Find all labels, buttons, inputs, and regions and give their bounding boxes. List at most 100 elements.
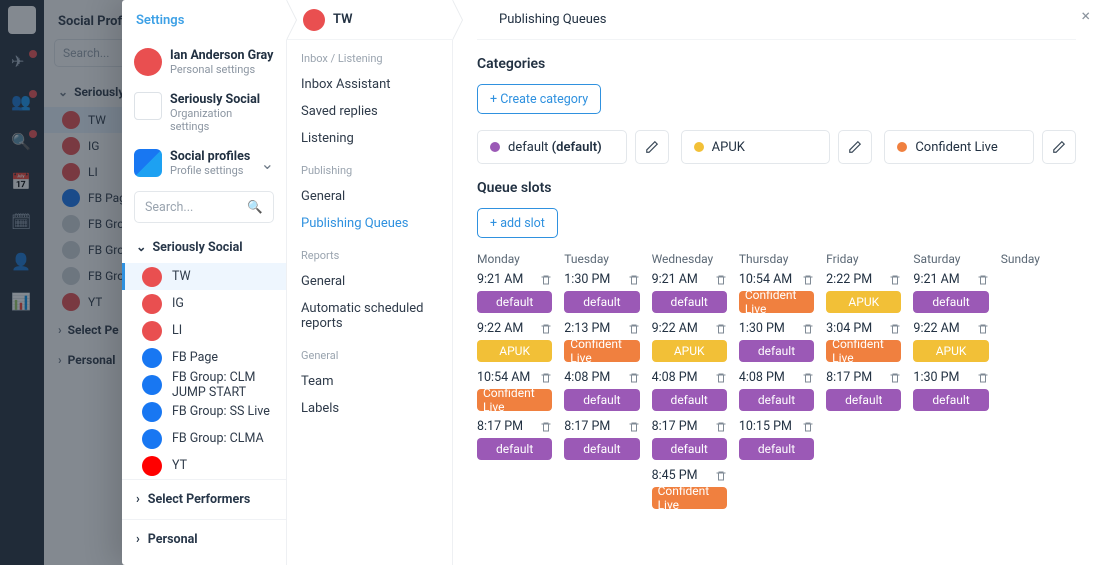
profile-row[interactable]: LI (122, 317, 286, 344)
queue-slot[interactable]: 1:30 PMdefault (913, 370, 988, 411)
nav-item[interactable]: General (287, 183, 452, 210)
delete-slot-button[interactable] (628, 323, 640, 335)
nav-item[interactable]: Team (287, 368, 452, 395)
delete-slot-button[interactable] (889, 323, 901, 335)
delete-slot-button[interactable] (715, 274, 727, 286)
slot-category-pill[interactable]: default (739, 438, 814, 460)
queue-slot[interactable]: 2:22 PMAPUK (826, 272, 901, 313)
slot-category-pill[interactable]: default (652, 438, 727, 460)
queue-slot[interactable]: 10:15 PMdefault (739, 419, 814, 460)
delete-slot-button[interactable] (715, 372, 727, 384)
profile-group[interactable]: ⌄Seriously Social (122, 231, 286, 263)
account-profiles[interactable]: Social profiles Profile settings ⌄ (122, 141, 286, 185)
slot-category-pill[interactable]: APUK (826, 291, 901, 313)
close-button[interactable]: × (1081, 6, 1090, 25)
nav-item[interactable]: Listening (287, 125, 452, 152)
slot-category-pill[interactable]: default (652, 291, 727, 313)
delete-slot-button[interactable] (540, 274, 552, 286)
delete-slot-button[interactable] (540, 372, 552, 384)
slot-category-pill[interactable]: Confident Live (564, 340, 639, 362)
slot-category-pill[interactable]: Confident Live (739, 291, 814, 313)
add-slot-button[interactable]: + add slot (477, 208, 558, 238)
slot-category-pill[interactable]: Confident Live (826, 340, 901, 362)
delete-slot-button[interactable] (802, 323, 814, 335)
delete-slot-button[interactable] (628, 421, 640, 433)
nav-item[interactable]: Automatic scheduled reports (287, 295, 452, 337)
nav-item[interactable]: Labels (287, 395, 452, 422)
breadcrumb-settings[interactable]: Settings (122, 0, 286, 40)
delete-slot-button[interactable] (715, 470, 727, 482)
slot-category-pill[interactable]: default (652, 389, 727, 411)
queue-slot[interactable]: 4:08 PMdefault (652, 370, 727, 411)
category-box[interactable]: APUK (681, 130, 831, 164)
slot-category-pill[interactable]: Confident Live (477, 389, 552, 411)
slot-category-pill[interactable]: default (913, 291, 988, 313)
delete-slot-button[interactable] (540, 323, 552, 335)
nav-item[interactable]: General (287, 268, 452, 295)
slot-category-pill[interactable]: default (826, 389, 901, 411)
delete-slot-button[interactable] (715, 421, 727, 433)
queue-slot[interactable]: 8:17 PMdefault (564, 419, 639, 460)
collapser-personal[interactable]: ›Personal (122, 519, 286, 559)
delete-slot-button[interactable] (889, 274, 901, 286)
category-box[interactable]: Confident Live (884, 130, 1034, 164)
queue-slot[interactable]: 4:08 PMdefault (739, 370, 814, 411)
delete-slot-button[interactable] (628, 274, 640, 286)
profile-row[interactable]: FB Group: SS Live (122, 398, 286, 425)
queue-slot[interactable]: 8:17 PMdefault (477, 419, 552, 460)
slot-category-pill[interactable]: APUK (652, 340, 727, 362)
profile-row[interactable]: FB Page (122, 344, 286, 371)
delete-slot-button[interactable] (977, 323, 989, 335)
delete-slot-button[interactable] (889, 372, 901, 384)
queue-slot[interactable]: 1:30 PMdefault (564, 272, 639, 313)
slot-category-pill[interactable]: default (477, 438, 552, 460)
delete-slot-button[interactable] (977, 274, 989, 286)
queue-slot[interactable]: 9:22 AMAPUK (477, 321, 552, 362)
profile-row[interactable]: FB Group: CLM JUMP START (122, 371, 286, 398)
slot-category-pill[interactable]: APUK (913, 340, 988, 362)
queue-slot[interactable]: 3:04 PMConfident Live (826, 321, 901, 362)
queue-slot[interactable]: 4:08 PMdefault (564, 370, 639, 411)
queue-slot[interactable]: 9:21 AMdefault (652, 272, 727, 313)
slot-category-pill[interactable]: default (913, 389, 988, 411)
slot-category-pill[interactable]: default (564, 389, 639, 411)
nav-item[interactable]: Publishing Queues (287, 210, 452, 237)
slot-category-pill[interactable]: default (564, 438, 639, 460)
profile-row[interactable]: FB Group: CLMA (122, 425, 286, 452)
profile-search[interactable]: Search... 🔍 (134, 191, 274, 223)
delete-slot-button[interactable] (628, 372, 640, 384)
category-box[interactable]: default (default) (477, 130, 627, 164)
queue-slot[interactable]: 2:13 PMConfident Live (564, 321, 639, 362)
queue-slot[interactable]: 9:21 AMdefault (913, 272, 988, 313)
delete-slot-button[interactable] (802, 372, 814, 384)
queue-slot[interactable]: 8:45 PMConfident Live (652, 468, 727, 509)
queue-slot[interactable]: 1:30 PMdefault (739, 321, 814, 362)
delete-slot-button[interactable] (802, 274, 814, 286)
queue-slot[interactable]: 9:21 AMdefault (477, 272, 552, 313)
queue-slot[interactable]: 10:54 AMConfident Live (739, 272, 814, 313)
collapser-select-performers[interactable]: ›Select Performers (122, 479, 286, 519)
breadcrumb-profile[interactable]: TW (287, 0, 452, 40)
slot-category-pill[interactable]: Confident Live (652, 487, 727, 509)
queue-slot[interactable]: 8:17 PMdefault (652, 419, 727, 460)
slot-category-pill[interactable]: default (739, 389, 814, 411)
edit-category-button[interactable] (635, 130, 669, 164)
queue-slot[interactable]: 8:17 PMdefault (826, 370, 901, 411)
slot-category-pill[interactable]: default (564, 291, 639, 313)
edit-category-button[interactable] (838, 130, 872, 164)
profile-row[interactable]: IG (122, 290, 286, 317)
create-category-button[interactable]: + Create category (477, 84, 601, 114)
queue-slot[interactable]: 9:22 AMAPUK (652, 321, 727, 362)
profile-row[interactable]: YT (122, 452, 286, 479)
slot-category-pill[interactable]: APUK (477, 340, 552, 362)
queue-slot[interactable]: 10:54 AMConfident Live (477, 370, 552, 411)
delete-slot-button[interactable] (715, 323, 727, 335)
delete-slot-button[interactable] (540, 421, 552, 433)
slot-category-pill[interactable]: default (477, 291, 552, 313)
nav-item[interactable]: Inbox Assistant (287, 71, 452, 98)
delete-slot-button[interactable] (802, 421, 814, 433)
edit-category-button[interactable] (1042, 130, 1076, 164)
profile-row[interactable]: TW (122, 263, 286, 290)
queue-slot[interactable]: 9:22 AMAPUK (913, 321, 988, 362)
slot-category-pill[interactable]: default (739, 340, 814, 362)
